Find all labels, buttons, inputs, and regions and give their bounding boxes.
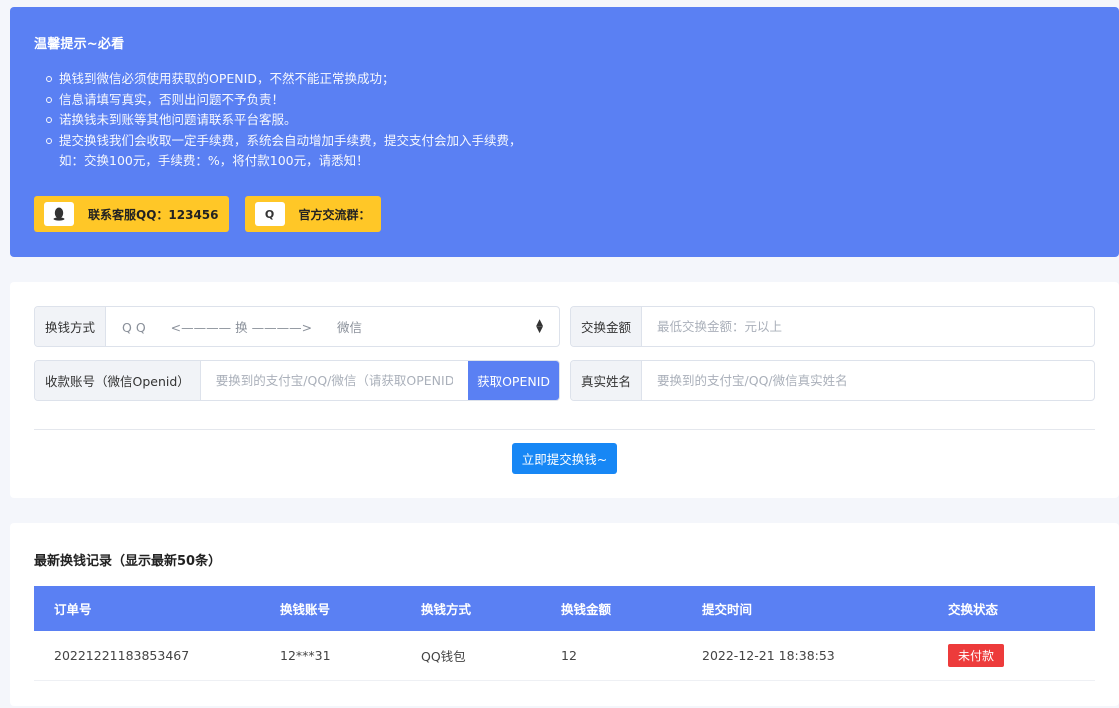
notice-item-line: 如：交换100元，手续费：%，将付款100元，请悉知！: [59, 153, 369, 168]
column-header: 提交时间: [702, 602, 753, 617]
time-cell: 2022-12-21 18:38:53: [702, 648, 835, 663]
notice-card: 温馨提示~必看 换钱到微信必须使用获取的OPENID，不然不能正常换成功； 信息…: [10, 7, 1119, 257]
name-label: 真实姓名: [571, 361, 643, 400]
status-cell: 未付款: [948, 644, 1095, 667]
amount-cell: 12: [561, 648, 577, 663]
records-card: 最新换钱记录（显示最新50条） 订单号 换钱账号 换钱方式 换钱金额 提交时间 …: [10, 523, 1119, 706]
group-button[interactable]: Q 官方交流群：: [244, 196, 381, 232]
method-label: 换钱方式: [35, 307, 107, 346]
amount-field: 交换金额: [570, 306, 1095, 347]
notice-item: 诺换钱未到账等其他问题请联系平台客服。: [46, 110, 1095, 131]
table-row: 20221221183853467 12***31 QQ钱包 12 2022-1…: [34, 631, 1095, 681]
method-select-value: Q Q <———— 换 ————> 微信: [122, 320, 363, 335]
contact-qq-button[interactable]: 联系客服QQ：123456: [34, 196, 229, 232]
exchange-form: 换钱方式 Q Q <———— 换 ————> 微信 ▲▼ 交换金额 收款账号（微…: [10, 282, 1119, 498]
method-select[interactable]: Q Q <———— 换 ————> 微信 ▲ ▼: [106, 307, 559, 346]
penguin-icon: [44, 202, 74, 226]
name-field: 真实姓名: [570, 360, 1095, 401]
amount-input[interactable]: [642, 307, 1094, 346]
method-cell: QQ钱包: [421, 649, 466, 664]
q-letter-icon: Q: [254, 202, 285, 226]
form-divider: [34, 429, 1095, 430]
table-header: 订单号 换钱账号 换钱方式 换钱金额 提交时间 交换状态: [34, 586, 1095, 631]
status-badge: 未付款: [948, 644, 1005, 667]
notice-item: 信息请填写真实，否则出问题不予负责！: [46, 90, 1095, 111]
notice-item: 换钱到微信必须使用获取的OPENID，不然不能正常换成功；: [46, 69, 1095, 90]
notice-item: 提交换钱我们会收取一定手续费，系统会自动增加手续费，提交支付会加入手续费， 如：…: [46, 131, 1095, 172]
contact-buttons: 联系客服QQ：123456 Q 官方交流群：: [34, 196, 381, 232]
account-label: 收款账号（微信Openid）: [35, 361, 201, 400]
notice-title: 温馨提示~必看: [34, 37, 125, 52]
column-header: 订单号: [54, 602, 92, 617]
name-input[interactable]: [642, 361, 1094, 400]
account-input[interactable]: [200, 361, 469, 400]
column-header: 换钱方式: [421, 602, 472, 617]
account-cell: 12***31: [280, 648, 331, 663]
get-openid-button[interactable]: 获取OPENID: [468, 361, 559, 400]
order-id-cell: 20221221183853467: [54, 648, 190, 663]
amount-label: 交换金额: [571, 307, 643, 346]
contact-qq-label: 联系客服QQ：123456: [88, 207, 219, 222]
select-arrows-icon: ▲ ▼: [536, 317, 543, 335]
column-header: 换钱金额: [561, 602, 612, 617]
records-title: 最新换钱记录（显示最新50条）: [34, 554, 222, 569]
account-field: 收款账号（微信Openid） 获取OPENID: [34, 360, 560, 401]
notice-list: 换钱到微信必须使用获取的OPENID，不然不能正常换成功； 信息请填写真实，否则…: [34, 69, 1095, 172]
records-table: 订单号 换钱账号 换钱方式 换钱金额 提交时间 交换状态 20221221183…: [34, 586, 1095, 681]
column-header: 交换状态: [948, 602, 999, 617]
group-label: 官方交流群：: [298, 207, 371, 222]
method-field: 换钱方式 Q Q <———— 换 ————> 微信 ▲ ▼: [34, 306, 560, 347]
column-header: 换钱账号: [280, 602, 331, 617]
notice-item-line: 提交换钱我们会收取一定手续费，系统会自动增加手续费，提交支付会加入手续费，: [59, 132, 522, 148]
submit-button[interactable]: 立即提交换钱~: [512, 443, 617, 474]
